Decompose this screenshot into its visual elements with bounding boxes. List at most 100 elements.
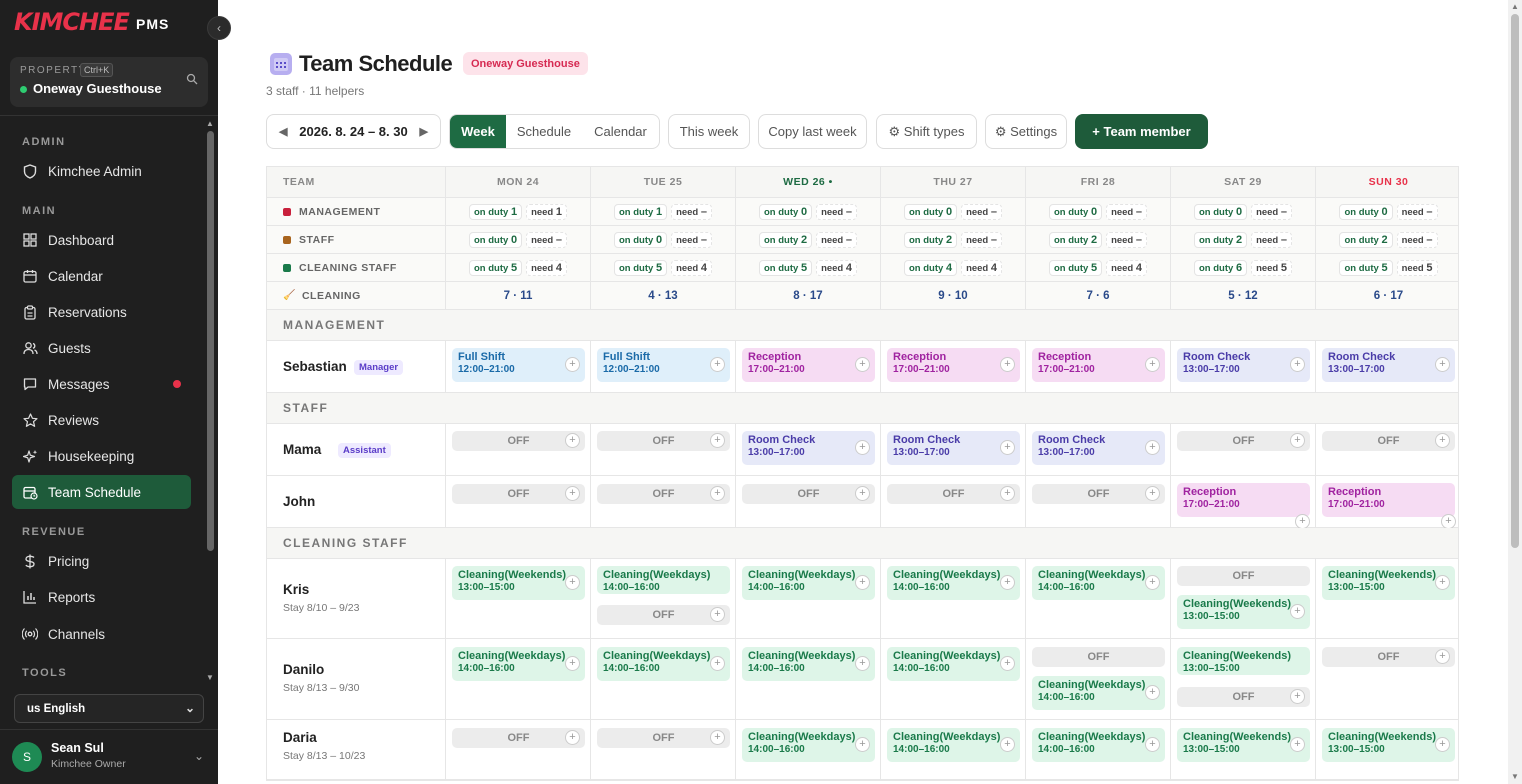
person-name[interactable]: John xyxy=(283,494,315,509)
add-shift-icon[interactable]: + xyxy=(565,433,580,448)
add-shift-icon[interactable]: + xyxy=(1290,357,1305,372)
schedule-cell[interactable]: OFF + xyxy=(591,720,736,779)
schedule-cell[interactable]: OFF + xyxy=(446,720,591,779)
add-shift-icon[interactable]: + xyxy=(1290,737,1305,752)
add-shift-icon[interactable]: + xyxy=(1000,357,1015,372)
sidebar-item-reservations[interactable]: Reservations xyxy=(12,295,191,329)
add-shift-icon[interactable]: + xyxy=(1000,440,1015,455)
add-shift-icon[interactable]: + xyxy=(1290,689,1305,704)
off-block[interactable]: OFF + xyxy=(1177,687,1310,707)
shift-block[interactable]: Reception 17:00–21:00 + xyxy=(1032,348,1165,382)
off-block[interactable]: OFF xyxy=(1177,566,1310,586)
shift-block[interactable]: Cleaning(Weekdays) 14:00–16:00 + xyxy=(887,728,1020,762)
shift-block[interactable]: Cleaning(Weekends) 13:00–15:00 + xyxy=(1322,728,1455,762)
schedule-cell[interactable]: Reception 17:00–21:00 + xyxy=(736,341,881,392)
shift-block[interactable]: Reception 17:00–21:00 xyxy=(1177,483,1310,517)
prev-week-icon[interactable]: ◀ xyxy=(279,125,287,138)
schedule-cell[interactable]: OFF + xyxy=(881,476,1026,527)
add-shift-icon[interactable]: + xyxy=(710,357,725,372)
person-name[interactable]: Danilo xyxy=(283,662,324,677)
add-shift-icon[interactable]: + xyxy=(1145,737,1160,752)
shift-block[interactable]: Cleaning(Weekdays) 14:00–16:00 + xyxy=(742,566,875,600)
next-week-icon[interactable]: ▶ xyxy=(420,125,428,138)
add-shift-icon[interactable]: + xyxy=(1000,737,1015,752)
sidebar-item-team-schedule[interactable]: Team Schedule xyxy=(12,475,191,509)
add-shift-icon[interactable]: + xyxy=(855,656,870,671)
schedule-cell[interactable]: OFF + xyxy=(736,476,881,527)
shift-block[interactable]: Cleaning(Weekdays) 14:00–16:00 + xyxy=(597,647,730,681)
shift-block[interactable]: Cleaning(Weekdays) 14:00–16:00 + xyxy=(452,647,585,681)
add-shift-icon[interactable]: + xyxy=(1145,440,1160,455)
shift-block[interactable]: Cleaning(Weekends) 13:00–15:00 + xyxy=(452,566,585,600)
schedule-cell[interactable]: OFF + xyxy=(1316,424,1461,475)
off-block[interactable]: OFF + xyxy=(1322,647,1455,667)
add-shift-icon[interactable]: + xyxy=(1000,486,1015,501)
add-shift-icon[interactable]: + xyxy=(565,486,580,501)
schedule-cell[interactable]: Cleaning(Weekdays) 14:00–16:00 + xyxy=(881,720,1026,779)
settings-button[interactable]: ⚙ Settings xyxy=(985,114,1067,149)
schedule-cell[interactable]: Cleaning(Weekdays) 14:00–16:00 + xyxy=(736,639,881,719)
scroll-down-icon[interactable]: ▼ xyxy=(1511,772,1519,781)
shift-block[interactable]: Cleaning(Weekdays) 14:00–16:00 + xyxy=(1032,676,1165,710)
sidebar-item-housekeeping[interactable]: Housekeeping xyxy=(12,439,191,473)
schedule-cell[interactable]: OFF Cleaning(Weekends) 13:00–15:00 + xyxy=(1171,559,1316,638)
scrollbar-thumb[interactable] xyxy=(1511,14,1519,548)
off-block[interactable]: OFF + xyxy=(742,484,875,504)
language-select[interactable]: us English ⌄ xyxy=(14,694,204,723)
scroll-up-icon[interactable]: ▲ xyxy=(1511,2,1519,11)
schedule-cell[interactable]: Room Check 13:00–17:00 + xyxy=(1171,341,1316,392)
add-shift-icon[interactable]: + xyxy=(1435,649,1450,664)
schedule-cell[interactable]: OFF + xyxy=(446,476,591,527)
off-block[interactable]: OFF + xyxy=(887,484,1020,504)
schedule-cell[interactable]: Cleaning(Weekdays) 14:00–16:00 OFF + xyxy=(591,559,736,638)
person-name[interactable]: Sebastian xyxy=(283,359,347,374)
add-shift-icon[interactable]: + xyxy=(1145,685,1160,700)
chevron-down-icon[interactable]: ⌄ xyxy=(194,749,204,763)
shift-block[interactable]: Room Check 13:00–17:00 + xyxy=(1032,431,1165,465)
person-name[interactable]: Mama xyxy=(283,442,321,457)
property-switcher[interactable]: PROPERTY Ctrl+K Oneway Guesthouse xyxy=(10,57,208,107)
shift-block[interactable]: Cleaning(Weekends) 13:00–15:00 + xyxy=(1177,595,1310,629)
schedule-cell[interactable]: Full Shift 12:00–21:00 + xyxy=(446,341,591,392)
schedule-cell[interactable]: Cleaning(Weekdays) 14:00–16:00 + xyxy=(736,559,881,638)
sidebar-item-pricing[interactable]: Pricing xyxy=(12,544,191,578)
off-block[interactable]: OFF + xyxy=(597,605,730,625)
off-block[interactable]: OFF + xyxy=(452,431,585,451)
add-shift-icon[interactable]: + xyxy=(855,486,870,501)
off-block[interactable]: OFF + xyxy=(1032,484,1165,504)
off-block[interactable]: OFF + xyxy=(1322,431,1455,451)
sidebar-item-guests[interactable]: Guests xyxy=(12,331,191,365)
add-shift-icon[interactable]: + xyxy=(1145,575,1160,590)
schedule-cell[interactable]: Room Check 13:00–17:00 + xyxy=(736,424,881,475)
schedule-cell[interactable]: OFF + xyxy=(1171,424,1316,475)
shift-block[interactable]: Room Check 13:00–17:00 + xyxy=(887,431,1020,465)
tab-schedule[interactable]: Schedule xyxy=(506,115,582,148)
schedule-cell[interactable]: OFF + xyxy=(1026,476,1171,527)
schedule-cell[interactable]: Cleaning(Weekdays) 14:00–16:00 + xyxy=(1026,559,1171,638)
sidebar-item-messages[interactable]: Messages xyxy=(12,367,191,401)
kimchee-logo[interactable]: KIMCHEE xyxy=(14,8,130,36)
schedule-cell[interactable]: Cleaning(Weekends) 13:00–15:00 + xyxy=(446,559,591,638)
add-team-member-button[interactable]: + Team member xyxy=(1075,114,1208,149)
tab-week[interactable]: Week xyxy=(450,115,506,148)
scroll-down-icon[interactable]: ▼ xyxy=(206,673,214,682)
add-shift-icon[interactable]: + xyxy=(565,656,580,671)
scrollbar-thumb[interactable] xyxy=(207,131,214,551)
off-block[interactable]: OFF + xyxy=(452,728,585,748)
shift-block[interactable]: Cleaning(Weekdays) 14:00–16:00 + xyxy=(1032,728,1165,762)
shift-block[interactable]: Cleaning(Weekends) 13:00–15:00 xyxy=(1177,647,1310,675)
sidebar-scrollbar[interactable]: ▲ ▼ xyxy=(203,117,217,682)
add-shift-icon[interactable]: + xyxy=(565,575,580,590)
this-week-button[interactable]: This week xyxy=(668,114,750,149)
avatar[interactable]: S xyxy=(12,742,42,772)
person-name[interactable]: Daria xyxy=(283,730,317,745)
add-shift-icon[interactable]: + xyxy=(1000,656,1015,671)
schedule-cell[interactable]: Room Check 13:00–17:00 + xyxy=(881,424,1026,475)
add-shift-icon[interactable]: + xyxy=(1435,357,1450,372)
sidebar-item-channels[interactable]: Channels xyxy=(12,617,191,651)
add-shift-icon[interactable]: + xyxy=(1435,737,1450,752)
sidebar-item-dashboard[interactable]: Dashboard xyxy=(12,223,191,257)
sidebar-item-reports[interactable]: Reports xyxy=(12,580,191,614)
sidebar-item-kimchee-admin[interactable]: Kimchee Admin xyxy=(12,154,191,188)
sidebar-item-calendar[interactable]: Calendar xyxy=(12,259,191,293)
